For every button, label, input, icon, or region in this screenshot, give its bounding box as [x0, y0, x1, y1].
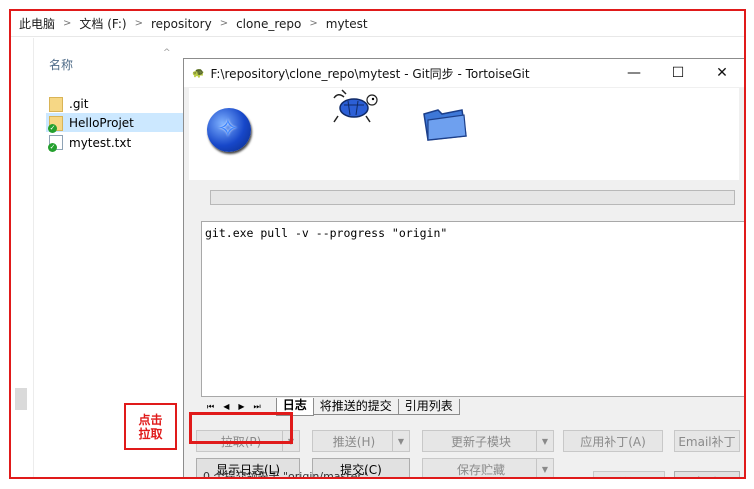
- apply-patch-button[interactable]: 应用补丁(A): [563, 430, 663, 452]
- address-bar[interactable]: 此电脑 > 文档 (F:) > repository > clone_repo …: [11, 11, 744, 37]
- file-name: HelloProjet: [69, 115, 134, 130]
- git-ok-badge-icon: ✓: [48, 124, 57, 133]
- tab-next-icon[interactable]: ▶: [238, 402, 244, 412]
- tortoisegit-icon: 🐢: [192, 67, 205, 79]
- text-file-icon: ✓: [48, 135, 63, 152]
- click-pull-annotation: 点击 拉取: [124, 403, 177, 450]
- pull-highlight-box: [189, 412, 293, 444]
- tab-first-icon[interactable]: ⏮: [207, 402, 214, 412]
- chevron-right-icon: >: [219, 18, 229, 29]
- sort-arrow-icon: ^: [163, 48, 171, 58]
- navigation-pane: [11, 38, 34, 477]
- chevron-right-icon: >: [309, 18, 318, 29]
- chevron-right-icon: >: [63, 18, 72, 29]
- globe-icon: ✧: [207, 108, 251, 152]
- stash-button[interactable]: 保存贮藏 ▼: [422, 458, 554, 477]
- dialog-titlebar[interactable]: 🐢 F:\repository\clone_repo\mytest - Git同…: [184, 59, 744, 87]
- dialog-title: F:\repository\clone_repo\mytest - Git同步 …: [210, 66, 530, 81]
- list-item-git-folder[interactable]: .git: [49, 94, 199, 113]
- chevron-down-icon[interactable]: ▼: [536, 459, 553, 477]
- push-button-label: 推送(H): [332, 434, 376, 449]
- minimize-button[interactable]: —: [612, 65, 656, 81]
- tab-prev-icon[interactable]: ◀: [223, 402, 229, 412]
- file-name: .git: [69, 96, 89, 111]
- tab-commits-to-push[interactable]: 将推送的提交: [312, 399, 399, 415]
- folder-icon: [423, 109, 467, 141]
- close-window-button[interactable]: ✕: [700, 65, 744, 81]
- push-button[interactable]: 推送(H) ▼: [312, 430, 410, 452]
- breadcrumb-this-pc[interactable]: 此电脑: [19, 15, 55, 32]
- folder-icon: ✓: [48, 116, 63, 133]
- email-patch-button[interactable]: Email补丁: [674, 430, 740, 452]
- sync-progress-bar: [210, 190, 735, 205]
- sync-animation-banner: ✧: [189, 88, 739, 180]
- chevron-down-icon[interactable]: ▼: [536, 431, 553, 451]
- column-header-name[interactable]: 名称: [49, 56, 73, 73]
- tab-last-icon[interactable]: ⏭: [254, 402, 261, 412]
- close-button[interactable]: 关闭: [593, 471, 665, 477]
- status-text: 0 个提交领先于 "origin/master": [203, 470, 367, 479]
- stash-button-label: 保存贮藏: [456, 462, 505, 477]
- tab-ref-list[interactable]: 引用列表: [397, 399, 460, 415]
- breadcrumb-clone-repo[interactable]: clone_repo: [236, 17, 301, 31]
- git-ok-badge-icon: ✓: [48, 143, 57, 152]
- breadcrumb-repository[interactable]: repository: [151, 17, 212, 31]
- annotation-line-2: 拉取: [138, 427, 163, 441]
- list-item-mytest-txt[interactable]: ✓ mytest.txt: [48, 133, 199, 152]
- annotation-line-1: 点击: [138, 413, 163, 427]
- breadcrumb-drive[interactable]: 文档 (F:): [79, 15, 126, 32]
- list-item-helloprojet[interactable]: ✓ HelloProjet: [46, 113, 196, 133]
- update-submodules-button[interactable]: 更新子模块 ▼: [422, 430, 554, 452]
- file-name: mytest.txt: [69, 135, 132, 150]
- maximize-button[interactable]: ☐: [656, 65, 700, 81]
- help-button[interactable]: 帮助: [674, 471, 740, 477]
- chevron-down-icon[interactable]: ▼: [392, 431, 409, 451]
- tortoise-icon: [333, 89, 378, 123]
- screenshot-frame: 此电脑 > 文档 (F:) > repository > clone_repo …: [9, 9, 746, 479]
- folder-icon: [49, 97, 63, 112]
- chevron-right-icon: >: [134, 18, 143, 29]
- breadcrumb-mytest[interactable]: mytest: [326, 17, 368, 31]
- tab-scroll-controls: ⏮ ◀ ▶ ⏭: [207, 402, 270, 412]
- update-submodules-label: 更新子模块: [450, 434, 511, 449]
- nav-scrollbar[interactable]: [15, 388, 27, 410]
- git-output-log[interactable]: git.exe pull -v --progress "origin": [201, 221, 744, 397]
